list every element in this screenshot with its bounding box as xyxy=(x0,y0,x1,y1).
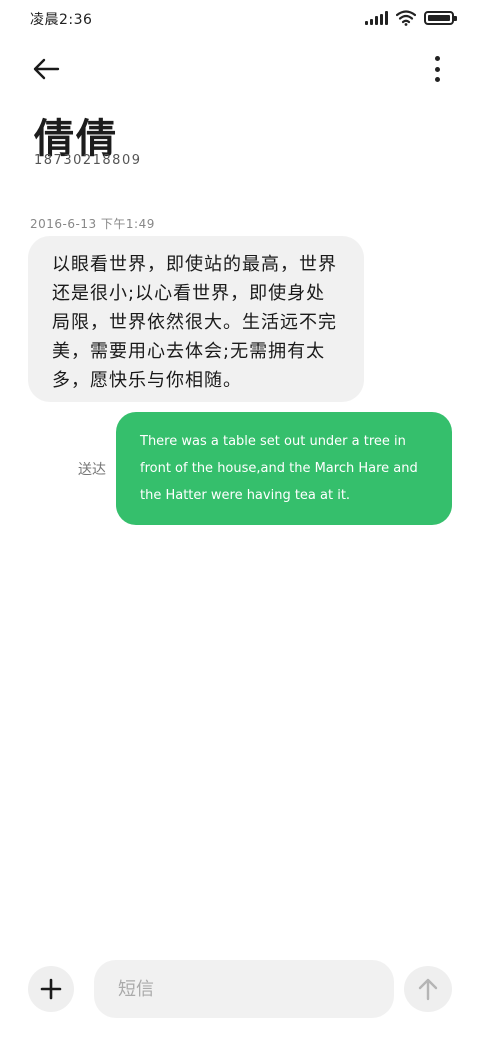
outgoing-message-text: There was a table set out under a tree i… xyxy=(140,434,418,503)
message-timestamp: 2016-6-13 下午1:49 xyxy=(30,217,155,231)
send-button[interactable] xyxy=(404,966,452,1012)
incoming-message-bubble[interactable]: 以眼看世界，即使站的最高，世界还是很小;以心看世界，即使身处局限，世界依然很大。… xyxy=(28,236,364,402)
messaging-screen: 凌晨2:36 倩倩 18730218809 2016-6-13 下午1:49 以… xyxy=(0,0,480,1040)
incoming-message-text: 以眼看世界，即使站的最高，世界还是很小;以心看世界，即使身处局限，世界依然很大。… xyxy=(52,254,337,391)
more-options-button[interactable] xyxy=(430,56,444,82)
message-input[interactable] xyxy=(118,978,370,1000)
outgoing-message-bubble[interactable]: There was a table set out under a tree i… xyxy=(116,412,452,525)
back-button[interactable] xyxy=(32,54,72,84)
arrow-left-icon xyxy=(33,58,60,80)
status-bar: 凌晨2:36 xyxy=(0,0,480,38)
plus-icon xyxy=(40,978,62,1000)
signal-icon xyxy=(365,11,388,25)
battery-icon xyxy=(424,11,457,25)
status-icons xyxy=(365,10,457,26)
wifi-icon xyxy=(396,10,416,26)
delivery-status: 送达 xyxy=(78,462,106,478)
status-time: 凌晨2:36 xyxy=(30,12,93,28)
message-input-container[interactable] xyxy=(94,960,394,1018)
add-attachment-button[interactable] xyxy=(28,966,74,1012)
arrow-up-icon xyxy=(418,978,438,1001)
contact-number: 18730218809 xyxy=(34,153,142,168)
more-vertical-icon xyxy=(434,56,440,61)
